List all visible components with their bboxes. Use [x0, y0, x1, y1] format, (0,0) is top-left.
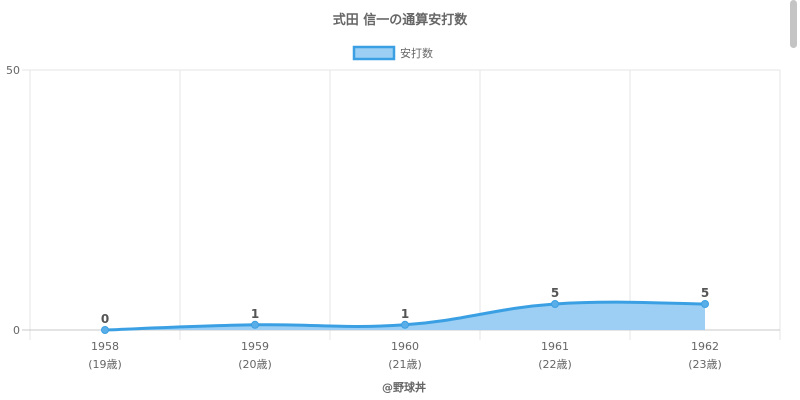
legend-swatch — [352, 45, 396, 61]
data-point — [101, 326, 109, 334]
legend[interactable]: 安打数 — [352, 45, 433, 61]
x-tick-label: 1961 — [541, 340, 569, 353]
x-tick-sublabel: (19歳) — [88, 358, 122, 371]
x-tick-label: 1958 — [91, 340, 119, 353]
x-tick-sublabel: (20歳) — [238, 358, 272, 371]
scrollbar-thumb[interactable] — [790, 0, 797, 48]
data-label: 5 — [701, 286, 709, 300]
chart: 式田 信一の通算安打数 安打数 050 1958(19歳)1959(20歳)19… — [6, 12, 781, 394]
x-tick-sublabel: (23歳) — [688, 358, 722, 371]
chart-title: 式田 信一の通算安打数 — [333, 12, 469, 28]
x-tick-sublabel: (21歳) — [388, 358, 422, 371]
grid — [22, 69, 781, 340]
data-label: 5 — [551, 286, 559, 300]
data-label: 1 — [401, 307, 409, 321]
data-point — [401, 320, 409, 329]
x-axis: 1958 (19歳) 1959 (20歳) 1960 (21歳) 1961 (22歳) 1962… — [88, 340, 722, 371]
y-tick-label: 0 — [13, 324, 20, 337]
y-tick-label: 50 — [6, 64, 20, 77]
data-point — [251, 320, 259, 329]
x-tick-label: 1959 — [241, 340, 269, 353]
data-point — [551, 300, 559, 308]
x-tick-label: 1960 — [391, 340, 419, 353]
y-axis: 0 50 — [6, 64, 20, 337]
data-label: 1 — [251, 307, 259, 321]
credit-text: @野球丼 — [382, 380, 426, 394]
x-tick-sublabel: (22歳) — [538, 358, 572, 371]
x-tick-label: 1962 — [691, 340, 719, 353]
legend-label: 安打数 — [400, 46, 433, 60]
data-label: 0 — [101, 312, 109, 326]
data-point — [701, 300, 709, 308]
